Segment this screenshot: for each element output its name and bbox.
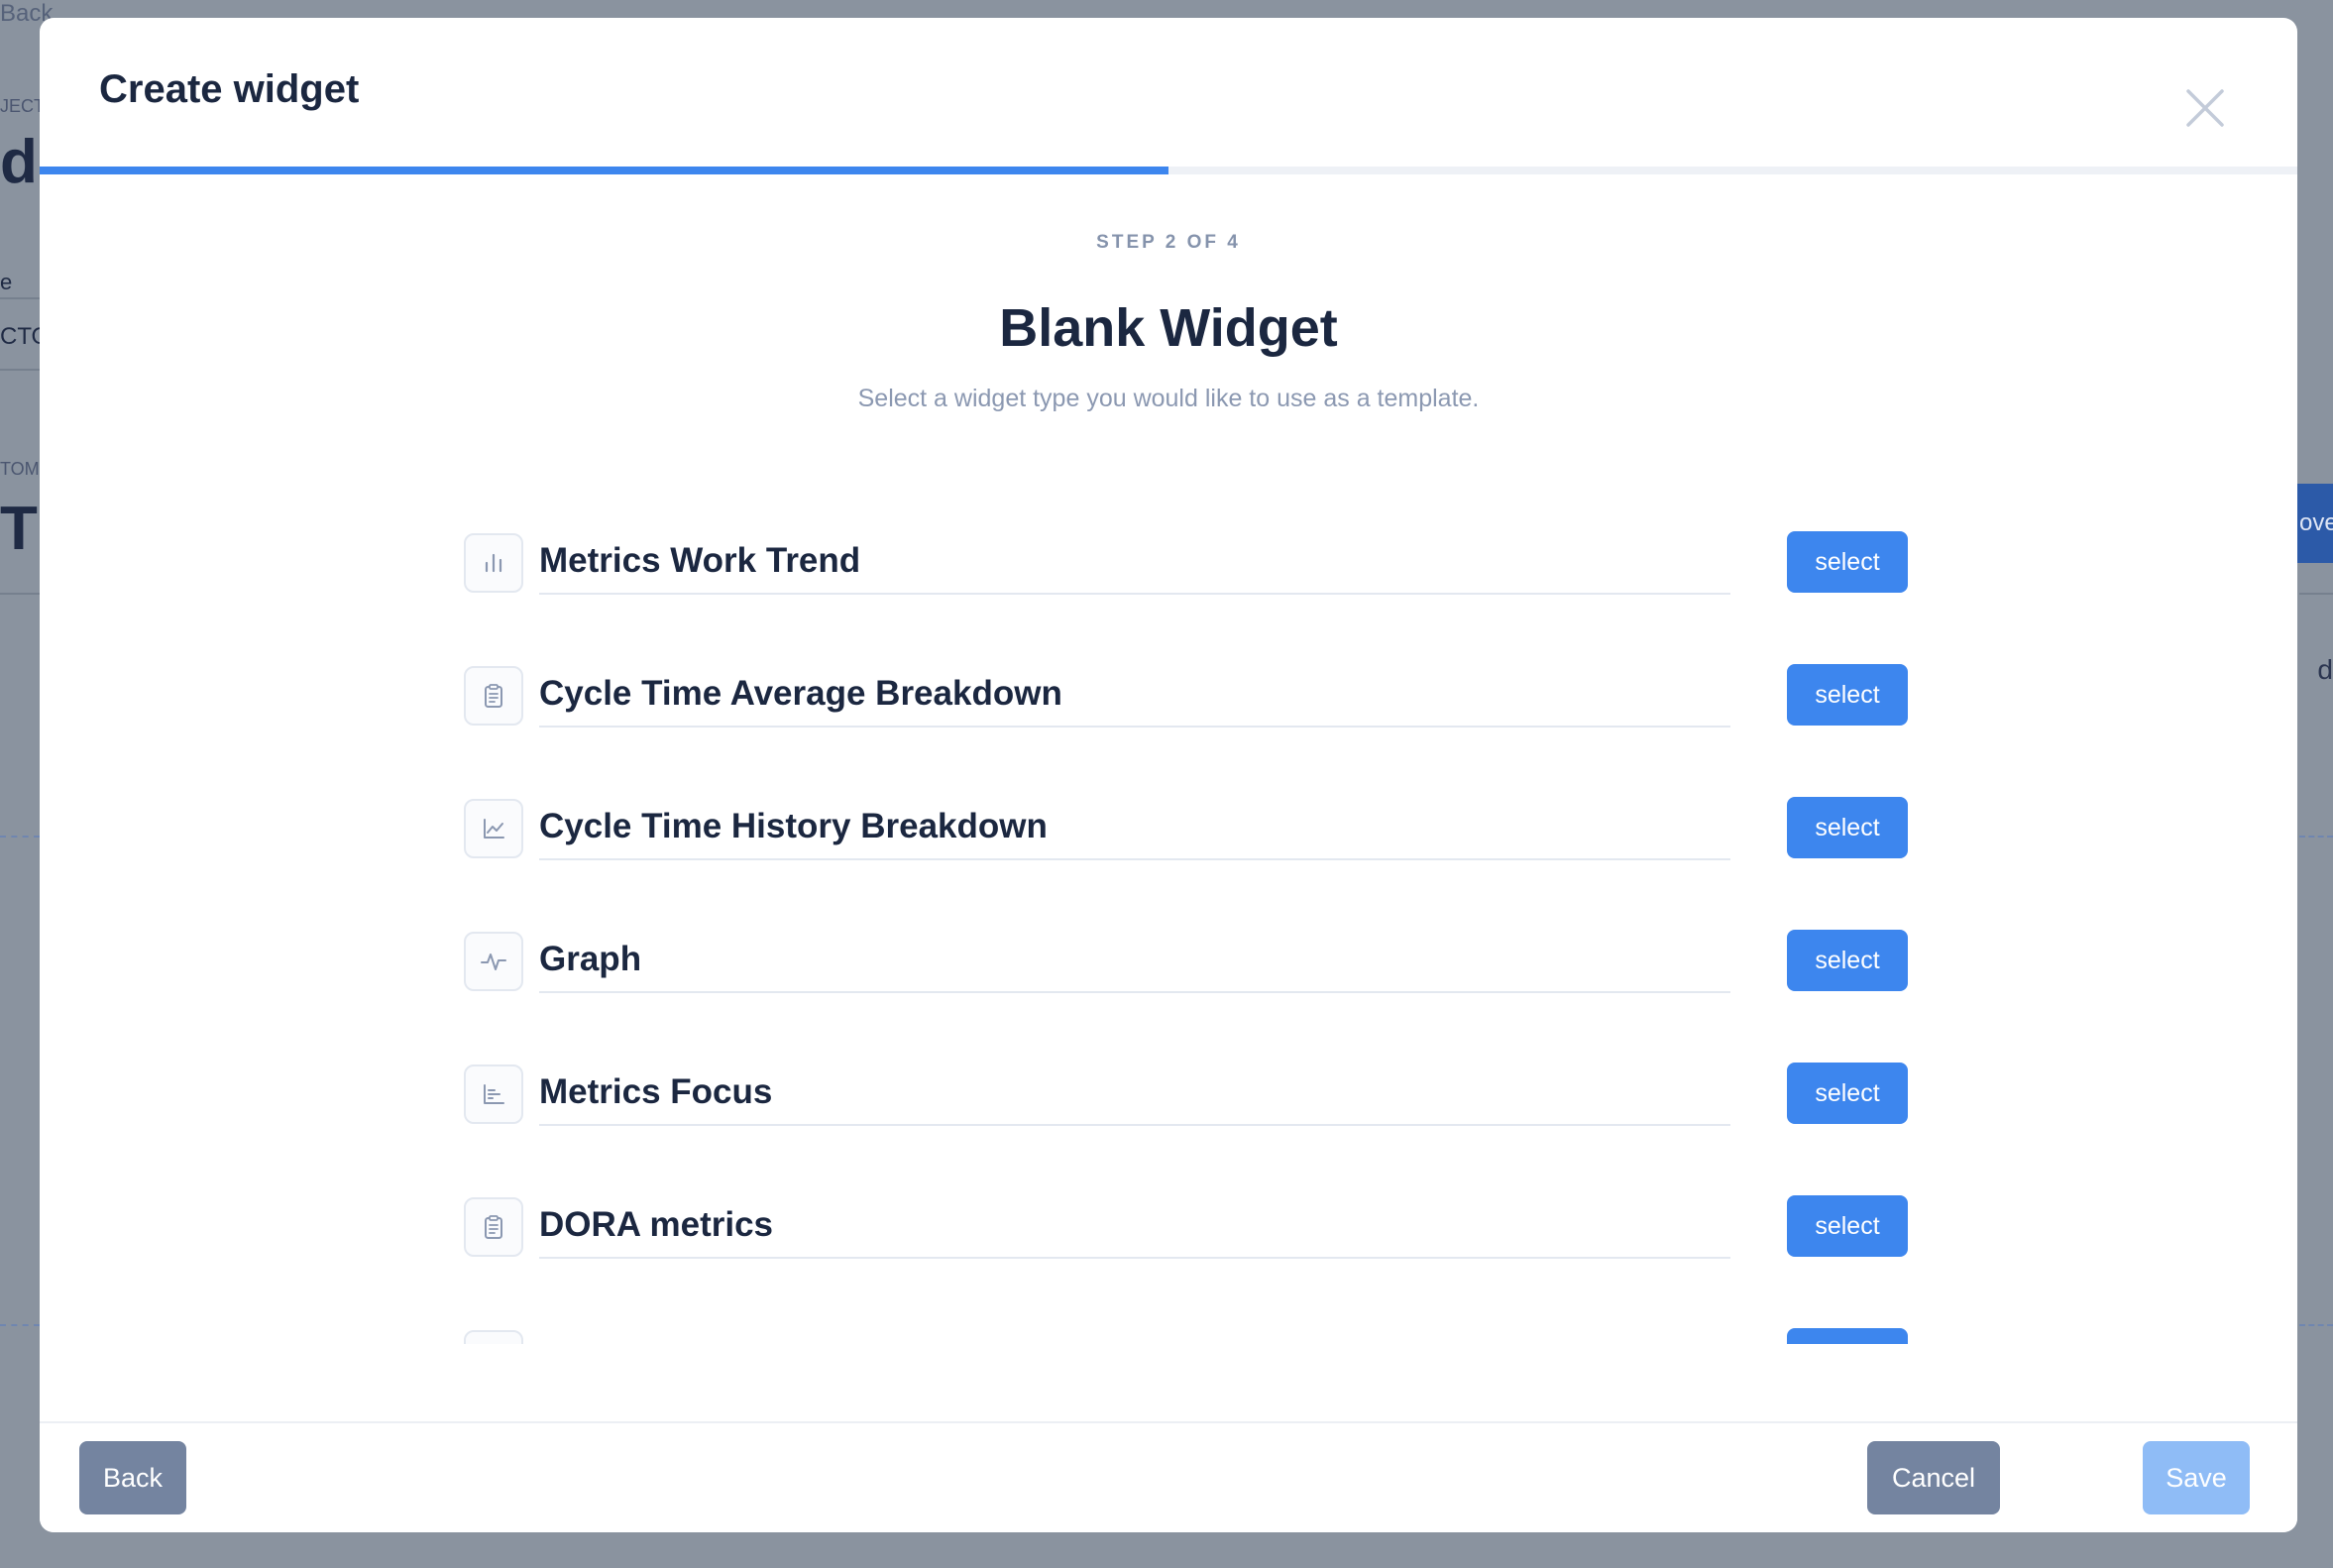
widget-title: Metrics Focus xyxy=(539,1072,1730,1126)
page-title: Blank Widget xyxy=(999,298,1338,358)
page-subtitle: Select a widget type you would like to u… xyxy=(857,385,1480,412)
step-progress-fill xyxy=(40,167,1168,174)
save-button[interactable]: Save xyxy=(2143,1441,2250,1514)
select-button[interactable]: select xyxy=(1787,531,1908,593)
background-dashed-divider xyxy=(0,836,40,838)
background-label: TOM xyxy=(0,459,40,479)
modal-footer: Back Cancel Save xyxy=(40,1421,2297,1532)
select-button[interactable]: select xyxy=(1787,1195,1908,1257)
create-widget-modal: Create widget STEP 2 OF 4 Blank Widget S… xyxy=(40,18,2297,1532)
horizontal-bar-chart-icon xyxy=(464,1064,523,1124)
widget-type-list[interactable]: Metrics Work Trend select Cycle Time Ave… xyxy=(40,504,2297,1344)
step-indicator: STEP 2 OF 4 xyxy=(1096,232,1241,253)
background-dashed-divider xyxy=(2299,836,2333,838)
background-dashed-divider xyxy=(0,1324,40,1326)
pulse-icon xyxy=(464,932,523,991)
list-item: Cycle Time History Breakdown select xyxy=(464,797,1909,860)
list-item: Metrics Work Trend select xyxy=(464,531,1909,595)
list-item: Graph select xyxy=(464,930,1909,993)
bar-chart-icon xyxy=(464,533,523,593)
list-item: Metrics Focus select xyxy=(464,1063,1909,1126)
widget-title: Metrics Work Trend xyxy=(539,541,1730,595)
background-divider xyxy=(2299,593,2333,595)
select-button[interactable]: select xyxy=(1787,930,1908,991)
select-button[interactable]: select xyxy=(1787,664,1908,726)
background-button: ove xyxy=(2295,484,2333,563)
select-button[interactable] xyxy=(1787,1328,1908,1344)
line-chart-icon xyxy=(464,799,523,858)
list-item xyxy=(464,1328,1909,1344)
close-icon xyxy=(2186,89,2224,127)
background-dashed-divider xyxy=(2299,1324,2333,1326)
background-text: d xyxy=(2317,654,2333,685)
step-progress-bar xyxy=(40,167,2297,174)
background-divider xyxy=(0,297,40,299)
background-text: e xyxy=(0,270,13,294)
clipboard-icon xyxy=(464,1197,523,1257)
widget-title: Cycle Time Average Breakdown xyxy=(539,674,1730,728)
widget-title xyxy=(539,1338,1730,1344)
modal-title: Create widget xyxy=(99,67,360,111)
list-item: DORA metrics select xyxy=(464,1195,1909,1259)
modal-header: Create widget xyxy=(40,18,2297,167)
select-button[interactable]: select xyxy=(1787,1063,1908,1124)
list-item: Cycle Time Average Breakdown select xyxy=(464,664,1909,728)
select-button[interactable]: select xyxy=(1787,797,1908,858)
close-button[interactable] xyxy=(2184,87,2226,129)
widget-title: DORA metrics xyxy=(539,1205,1730,1259)
background-label: JECT xyxy=(0,96,45,116)
cancel-button[interactable]: Cancel xyxy=(1867,1441,2000,1514)
background-divider xyxy=(0,593,40,595)
widget-icon xyxy=(464,1330,523,1344)
widget-title: Cycle Time History Breakdown xyxy=(539,807,1730,860)
background-divider xyxy=(0,369,40,371)
back-button[interactable]: Back xyxy=(79,1441,186,1514)
clipboard-icon xyxy=(464,666,523,726)
widget-title: Graph xyxy=(539,940,1730,993)
